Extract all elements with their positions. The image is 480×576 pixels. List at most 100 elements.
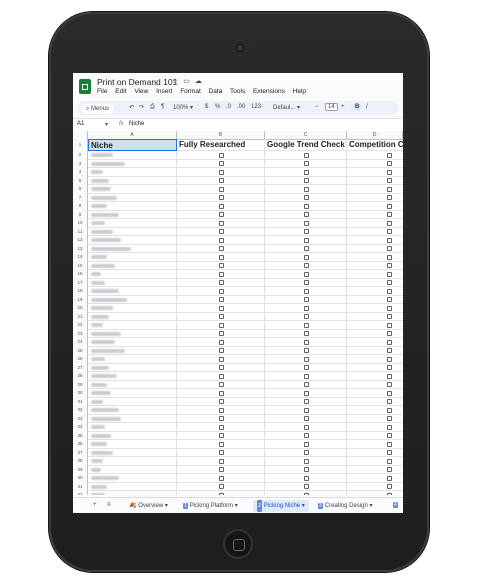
fully-researched-checkbox[interactable]: [219, 458, 224, 464]
column-header-d[interactable]: D: [347, 131, 403, 139]
menu-tools[interactable]: Tools: [230, 88, 245, 95]
niche-cell[interactable]: [88, 151, 177, 160]
fully-researched-checkbox[interactable]: [219, 212, 224, 217]
google-trend-checkbox[interactable]: [304, 382, 309, 387]
cell-b[interactable]: [177, 465, 265, 474]
cell-c[interactable]: [265, 244, 347, 253]
row-number[interactable]: 17: [73, 278, 88, 287]
cell-b[interactable]: [177, 295, 265, 304]
font-size-increase-button[interactable]: +: [341, 104, 345, 110]
row-number[interactable]: 36: [73, 440, 88, 449]
cell-c[interactable]: [265, 338, 347, 347]
cell-c[interactable]: [265, 295, 347, 304]
google-trend-checkbox[interactable]: [304, 203, 309, 209]
add-sheet-icon[interactable]: +: [93, 502, 97, 508]
niche-cell[interactable]: [88, 440, 177, 449]
column-header-a[interactable]: A: [88, 131, 177, 139]
google-trend-checkbox[interactable]: [304, 322, 309, 328]
niche-cell[interactable]: [88, 363, 177, 372]
cell-b[interactable]: [177, 482, 265, 491]
cell-c[interactable]: [265, 363, 347, 372]
google-trend-checkbox[interactable]: [304, 399, 309, 404]
cell-d[interactable]: [347, 313, 403, 322]
cell-d[interactable]: [347, 432, 403, 441]
google-trend-checkbox[interactable]: [304, 186, 309, 192]
google-trend-checkbox[interactable]: [304, 373, 309, 379]
cell-b[interactable]: [177, 363, 265, 372]
row-number[interactable]: 18: [73, 287, 88, 296]
sheet-tab-creating-design[interactable]: 3 Creating Design ▾: [318, 502, 373, 509]
row-number[interactable]: 29: [73, 380, 88, 389]
niche-cell[interactable]: [88, 219, 177, 228]
menu-view[interactable]: View: [134, 88, 148, 95]
cell-b[interactable]: [177, 151, 265, 160]
cell-b[interactable]: [177, 193, 265, 202]
fully-researched-checkbox[interactable]: [219, 203, 224, 209]
google-trend-checkbox[interactable]: [304, 297, 309, 302]
competition-checkbox[interactable]: [387, 237, 392, 243]
cell-c[interactable]: [265, 380, 347, 389]
competition-checkbox[interactable]: [387, 195, 392, 200]
cell-d[interactable]: [347, 228, 403, 237]
cell-d[interactable]: [347, 398, 403, 407]
competition-checkbox[interactable]: [387, 203, 392, 209]
fully-researched-checkbox[interactable]: [219, 220, 224, 226]
niche-cell[interactable]: [88, 168, 177, 177]
percent-button[interactable]: %: [215, 104, 220, 110]
row-number[interactable]: 20: [73, 304, 88, 313]
fully-researched-checkbox[interactable]: [219, 280, 224, 285]
row-number[interactable]: 38: [73, 457, 88, 466]
niche-cell[interactable]: [88, 448, 177, 457]
niche-cell[interactable]: [88, 372, 177, 381]
cell-b[interactable]: [177, 372, 265, 381]
fully-researched-checkbox[interactable]: [219, 365, 224, 370]
all-sheets-icon[interactable]: ≡: [107, 502, 111, 508]
competition-checkbox[interactable]: [387, 433, 392, 438]
cell-c[interactable]: [265, 185, 347, 194]
fully-researched-checkbox[interactable]: [219, 322, 224, 328]
cell-c[interactable]: [265, 431, 347, 440]
google-trend-checkbox[interactable]: [304, 356, 309, 362]
cell-d[interactable]: [347, 347, 403, 356]
google-trend-checkbox[interactable]: [304, 237, 309, 243]
cell-b[interactable]: [177, 329, 265, 338]
competition-checkbox[interactable]: [387, 407, 392, 413]
cell-b[interactable]: [177, 448, 265, 457]
cell-c[interactable]: [265, 440, 347, 449]
cell-d[interactable]: [347, 330, 403, 339]
competition-checkbox[interactable]: [387, 152, 392, 158]
cell-c[interactable]: [265, 372, 347, 381]
cell-d[interactable]: [347, 389, 403, 398]
name-box[interactable]: A1: [77, 121, 84, 127]
competition-checkbox[interactable]: [387, 458, 392, 464]
niche-cell[interactable]: [88, 176, 177, 185]
menu-file[interactable]: File: [97, 88, 107, 95]
cell-b[interactable]: [177, 380, 265, 389]
cell-b[interactable]: [177, 202, 265, 211]
cell-d[interactable]: [347, 168, 403, 177]
fully-researched-checkbox[interactable]: [219, 169, 224, 175]
competition-checkbox[interactable]: [387, 322, 392, 328]
competition-checkbox[interactable]: [387, 331, 392, 336]
row-number[interactable]: 22: [73, 321, 88, 330]
fully-researched-checkbox[interactable]: [219, 314, 224, 319]
print-icon[interactable]: ⎙: [150, 104, 155, 111]
competition-checkbox[interactable]: [387, 475, 392, 481]
font-size-decrease-button[interactable]: −: [315, 104, 319, 110]
fully-researched-checkbox[interactable]: [219, 297, 224, 302]
sheets-logo-icon[interactable]: [79, 79, 91, 94]
row-number[interactable]: 2: [73, 151, 88, 160]
competition-checkbox[interactable]: [387, 220, 392, 226]
sheet-grid[interactable]: A B C D 1 Niche Fully Researched Google …: [73, 131, 403, 495]
cell-c[interactable]: [265, 253, 347, 262]
row-number[interactable]: 23: [73, 329, 88, 338]
google-trend-checkbox[interactable]: [304, 305, 309, 311]
fully-researched-checkbox[interactable]: [219, 382, 224, 387]
row-number[interactable]: 11: [73, 227, 88, 236]
niche-cell[interactable]: [88, 202, 177, 211]
google-trend-checkbox[interactable]: [304, 492, 309, 495]
competition-checkbox[interactable]: [387, 450, 392, 455]
cell-c[interactable]: [265, 414, 347, 423]
cell-d[interactable]: [347, 160, 403, 169]
fully-researched-checkbox[interactable]: [219, 186, 224, 192]
